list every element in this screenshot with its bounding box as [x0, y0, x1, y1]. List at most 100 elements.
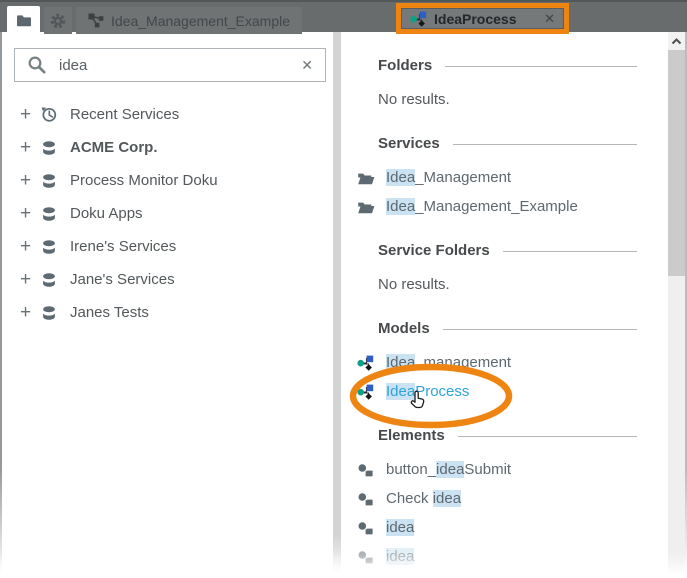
results-section: Folders No results.	[341, 56, 660, 110]
result-item[interactable]: Idea_Management	[341, 168, 660, 188]
folder-open-icon	[357, 200, 375, 215]
model-icon	[357, 355, 375, 371]
section-title: Models	[341, 319, 660, 339]
tab-bar: Idea_Management_Example IdeaProcess ✕	[0, 0, 687, 32]
folder-icon	[15, 13, 33, 28]
results-section: Models Idea_management IdeaProcess	[341, 319, 660, 402]
result-item[interactable]: Idea_Management_Example	[341, 197, 660, 217]
tree-item[interactable]: + Janes Tests	[2, 296, 333, 329]
window-left-edge	[0, 32, 2, 578]
navigation-panel: ✕ + Recent Services + ACME Corp. + Proce…	[2, 32, 333, 578]
expand-plus-icon[interactable]: +	[20, 138, 40, 157]
result-item-label: idea	[386, 547, 414, 567]
database-icon	[40, 140, 58, 156]
tree-item[interactable]: + ACME Corp.	[2, 131, 333, 164]
panel-divider[interactable]	[333, 32, 341, 578]
database-icon	[40, 305, 58, 321]
tree-item-label: Recent Services	[70, 106, 179, 123]
section-rule	[445, 66, 637, 67]
result-item[interactable]: idea	[341, 518, 660, 538]
element-icon	[357, 549, 375, 565]
tree-item-label: Irene's Services	[70, 238, 176, 255]
result-item[interactable]: Idea_management	[341, 353, 660, 373]
expand-plus-icon[interactable]: +	[20, 270, 40, 289]
clear-search-icon[interactable]: ✕	[301, 57, 313, 74]
tree-item-label: ACME Corp.	[70, 139, 158, 156]
search-box: ✕	[14, 48, 326, 82]
result-item-label: Idea_Management	[386, 168, 511, 188]
no-results-text: No results.	[341, 275, 660, 295]
annotation-box-orange: IdeaProcess ✕	[396, 3, 569, 34]
search-input[interactable]	[59, 57, 289, 74]
tree-item[interactable]: + Process Monitor Doku	[2, 164, 333, 197]
app-window: Idea_Management_Example IdeaProcess ✕ ✕ …	[0, 0, 687, 578]
results-section: Service Folders No results.	[341, 241, 660, 295]
result-item[interactable]: button_ideaSubmit	[341, 460, 660, 480]
section-title-label: Elements	[378, 426, 445, 446]
expand-plus-icon[interactable]: +	[20, 303, 40, 322]
database-icon	[40, 206, 58, 222]
database-icon	[40, 272, 58, 288]
tree-item-label: Janes Tests	[70, 304, 149, 321]
model-icon	[410, 11, 428, 27]
tab-idea-management-example[interactable]: Idea_Management_Example	[76, 7, 302, 34]
tree-item[interactable]: + Irene's Services	[2, 230, 333, 263]
element-icon	[357, 491, 375, 507]
section-rule	[458, 436, 637, 437]
results-section: Elements button_ideaSubmit Check idea id…	[341, 426, 660, 567]
tree-item[interactable]: + Jane's Services	[2, 263, 333, 296]
search-icon	[27, 55, 47, 75]
result-item[interactable]: IdeaProcess	[341, 382, 660, 402]
vertical-scrollbar[interactable]	[668, 32, 685, 578]
close-tab-icon[interactable]: ✕	[544, 11, 555, 27]
history-clock-icon	[40, 106, 58, 123]
tree-item-label: Process Monitor Doku	[70, 172, 218, 189]
section-title: Services	[341, 134, 660, 154]
result-item-label: Check idea	[386, 489, 461, 509]
sitemap-icon	[88, 13, 104, 28]
database-icon	[40, 173, 58, 189]
expand-plus-icon[interactable]: +	[20, 105, 40, 124]
section-title: Service Folders	[341, 241, 660, 261]
section-title-label: Folders	[378, 56, 432, 76]
database-icon	[40, 239, 58, 255]
result-item[interactable]: Check idea	[341, 489, 660, 509]
tab-label: Idea_Management_Example	[111, 13, 290, 29]
element-icon	[357, 462, 375, 478]
tree-item[interactable]: + Recent Services	[2, 98, 333, 131]
scroll-up-button[interactable]	[668, 32, 685, 50]
expand-plus-icon[interactable]: +	[20, 204, 40, 223]
tab-settings[interactable]	[44, 7, 72, 34]
section-title: Elements	[341, 426, 660, 446]
element-icon	[357, 520, 375, 536]
results-section: Services Idea_Management Idea_Management…	[341, 134, 660, 217]
result-item-label: Idea_Management_Example	[386, 197, 578, 217]
result-item-label: Idea_management	[386, 353, 511, 373]
result-item-label: idea	[386, 518, 414, 538]
result-item[interactable]: idea	[341, 547, 660, 567]
section-rule	[503, 251, 637, 252]
expand-plus-icon[interactable]: +	[20, 171, 40, 190]
section-title-label: Service Folders	[378, 241, 490, 261]
tree-item-label: Doku Apps	[70, 205, 143, 222]
result-item-label: IdeaProcess	[386, 382, 469, 402]
no-results-text: No results.	[341, 90, 660, 110]
tree-item[interactable]: + Doku Apps	[2, 197, 333, 230]
chevron-up-icon	[671, 38, 682, 45]
tab-label: IdeaProcess	[434, 11, 517, 27]
section-title-label: Services	[378, 134, 440, 154]
model-icon	[357, 384, 375, 400]
result-item-label: button_ideaSubmit	[386, 460, 511, 480]
tab-ideaprocess[interactable]: IdeaProcess ✕	[401, 8, 564, 29]
scrollbar-thumb[interactable]	[668, 50, 685, 276]
search-results-panel: Folders No results. Services Idea_Manage…	[341, 32, 660, 578]
section-rule	[443, 329, 637, 330]
tab-explorer[interactable]	[7, 6, 40, 34]
service-tree: + Recent Services + ACME Corp. + Process…	[2, 98, 333, 329]
section-title: Folders	[341, 56, 660, 76]
section-title-label: Models	[378, 319, 430, 339]
expand-plus-icon[interactable]: +	[20, 237, 40, 256]
folder-open-icon	[357, 171, 375, 186]
tree-item-label: Jane's Services	[70, 271, 175, 288]
gear-icon	[49, 12, 67, 30]
